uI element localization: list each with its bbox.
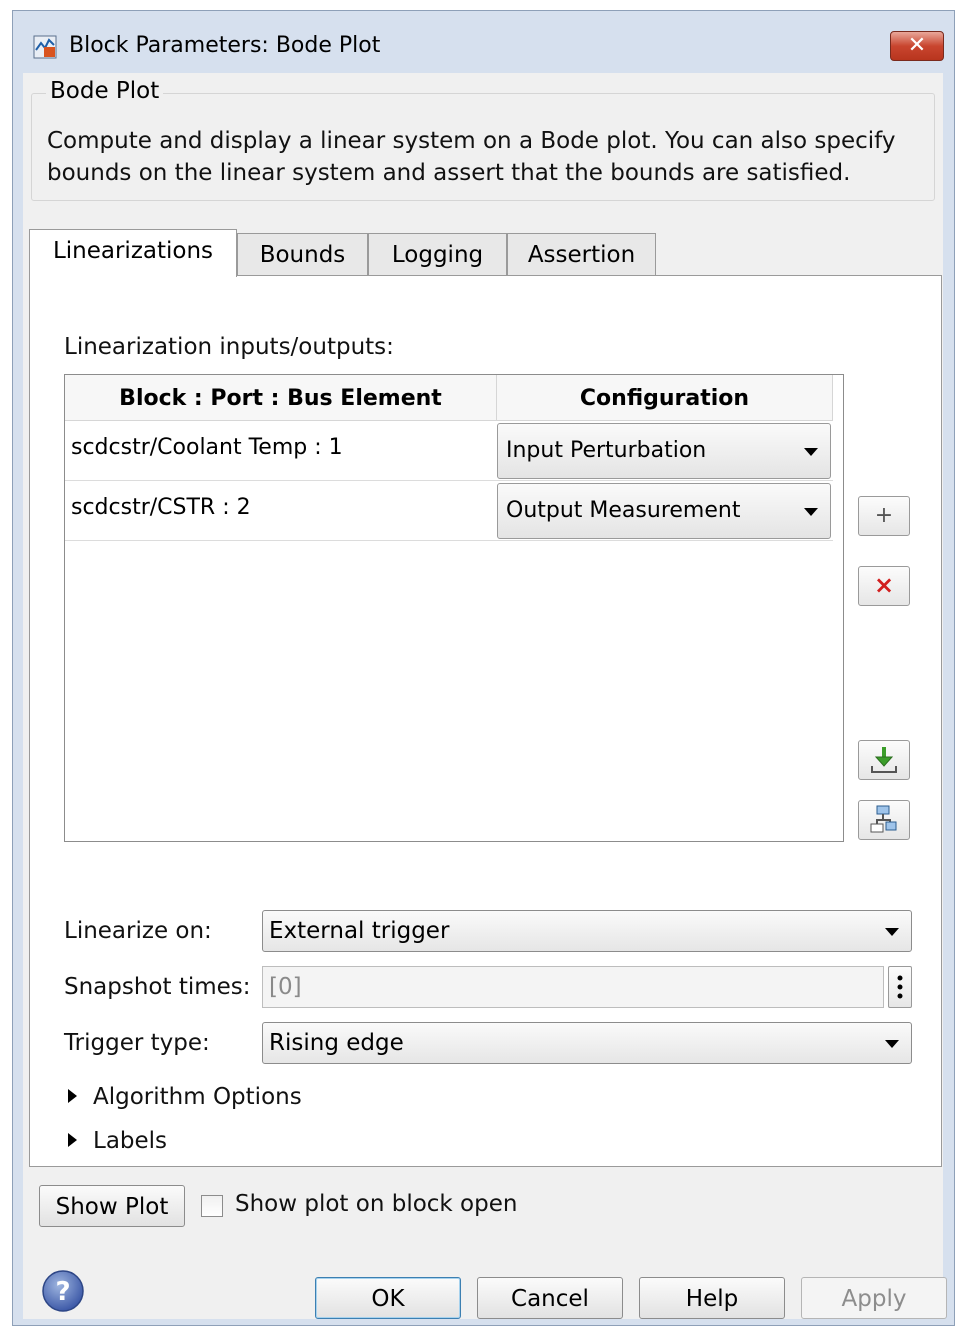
labels-expander[interactable]: Labels [68,1128,167,1154]
row-block-port: scdcstr/Coolant Temp : 1 [71,435,343,460]
close-icon: ✕ [907,33,927,58]
title-bar[interactable]: Block Parameters: Bode Plot ✕ [13,11,954,77]
plus-icon: + [874,503,894,528]
expand-arrow-icon [68,1088,77,1103]
table-row[interactable]: scdcstr/Coolant Temp : 1 Input Perturbat… [65,421,833,481]
trigger-type-dropdown[interactable]: Rising edge [262,1022,912,1064]
snapshot-times-more-button[interactable] [888,966,912,1008]
expand-arrow-icon [68,1132,77,1147]
row-block-port: scdcstr/CSTR : 2 [71,495,251,520]
dialog-window: Block Parameters: Bode Plot ✕ Bode Plot … [12,10,955,1326]
column-header-block-port[interactable]: Block : Port : Bus Element [65,375,497,421]
linearization-io-label: Linearization inputs/outputs: [64,334,394,360]
show-plot-on-open-label[interactable]: Show plot on block open [235,1191,517,1217]
snapshot-times-label: Snapshot times: [64,974,251,1000]
snapshot-times-input[interactable] [263,967,883,1007]
delete-icon: × [873,571,895,599]
configuration-value: Output Measurement [506,498,741,523]
block-description: Compute and display a linear system on a… [47,128,896,186]
chevron-down-icon [885,928,899,936]
chevron-down-icon [804,508,818,516]
svg-text:?: ? [55,1277,70,1307]
show-plot-button[interactable]: Show Plot [39,1185,185,1227]
snapshot-times-field[interactable] [262,966,884,1008]
import-signals-button[interactable] [858,740,910,780]
help-button[interactable]: Help [639,1277,785,1319]
simulink-block-icon [33,35,57,59]
tab-assertion[interactable]: Assertion [507,233,656,277]
linearize-on-label: Linearize on: [64,918,212,944]
trigger-type-label: Trigger type: [64,1030,210,1056]
chevron-down-icon [885,1040,899,1048]
download-arrow-icon [871,747,897,773]
configuration-dropdown[interactable]: Input Perturbation [497,423,831,479]
close-button[interactable]: ✕ [890,31,944,61]
configuration-value: Input Perturbation [506,438,707,463]
add-signal-button[interactable]: + [858,496,910,536]
window-title: Block Parameters: Bode Plot [69,33,381,58]
apply-button[interactable]: Apply [801,1277,947,1319]
linearizations-panel: Linearization inputs/outputs: Block : Po… [29,275,942,1167]
linearization-io-table: Block : Port : Bus Element Configuration… [64,374,844,842]
tab-linearizations[interactable]: Linearizations [29,229,237,277]
chevron-down-icon [804,448,818,456]
table-row[interactable]: scdcstr/CSTR : 2 Output Measurement [65,481,833,541]
tab-logging[interactable]: Logging [368,233,507,277]
cancel-button[interactable]: Cancel [477,1277,623,1319]
trigger-type-value: Rising edge [269,1030,404,1056]
algorithm-options-expander[interactable]: Algorithm Options [68,1084,302,1110]
help-icon[interactable]: ? [41,1269,85,1313]
signal-hierarchy-icon [870,805,897,833]
delete-signal-button[interactable]: × [858,566,910,606]
column-header-configuration[interactable]: Configuration [497,375,833,421]
labels-label: Labels [93,1128,168,1154]
tab-bounds[interactable]: Bounds [237,233,368,277]
linearize-on-dropdown[interactable]: External trigger [262,910,912,952]
group-title: Bode Plot [46,78,164,104]
ok-button[interactable]: OK [315,1277,461,1319]
show-plot-on-open-checkbox[interactable] [201,1195,223,1217]
linearize-on-value: External trigger [269,918,450,944]
select-signals-button[interactable] [858,800,910,840]
dialog-body: Bode Plot Compute and display a linear s… [23,73,947,1319]
more-options-icon [897,975,903,999]
algorithm-options-label: Algorithm Options [93,1084,302,1110]
configuration-dropdown[interactable]: Output Measurement [497,483,831,539]
